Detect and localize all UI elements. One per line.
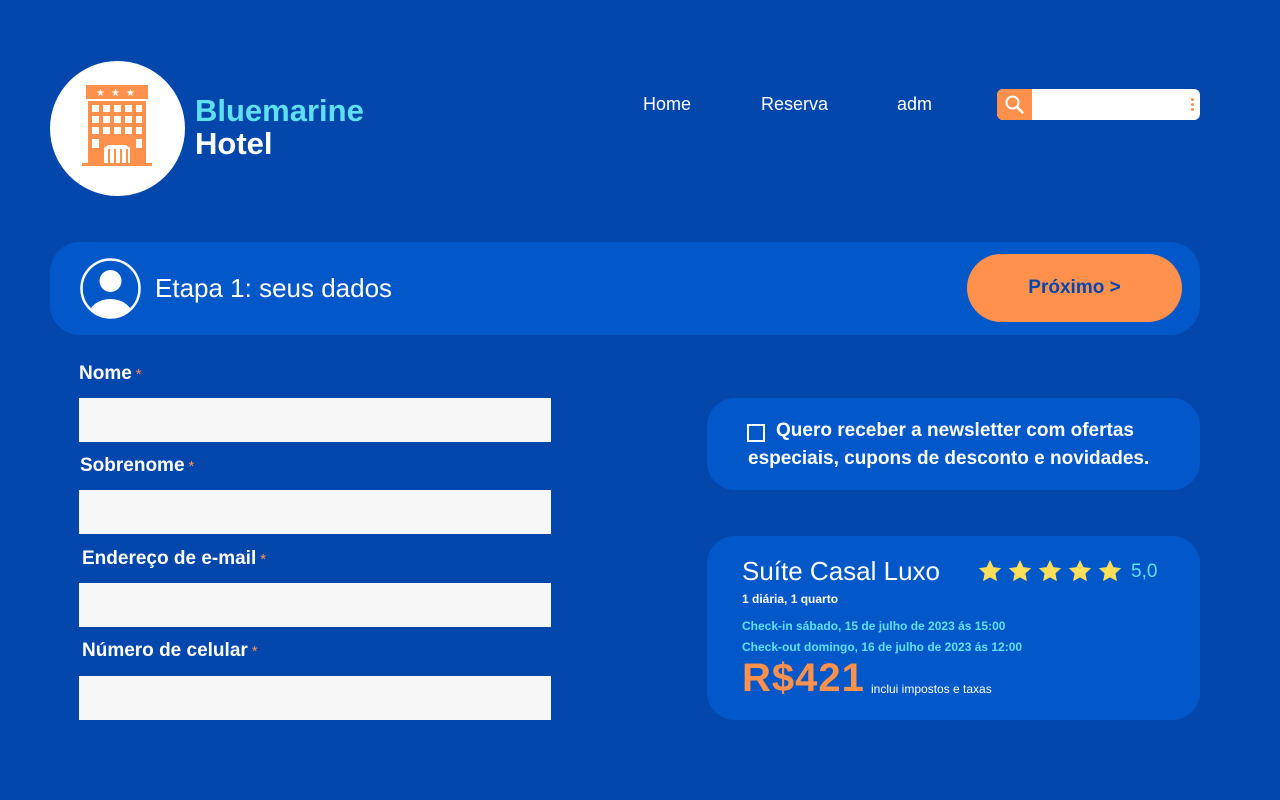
- logo[interactable]: ★ ★ ★: [50, 61, 185, 196]
- next-button[interactable]: Próximo >: [967, 254, 1182, 322]
- sobrenome-input[interactable]: [79, 490, 551, 534]
- room-summary-card: Suíte Casal Luxo 5,0 1 diária, 1 quarto …: [707, 536, 1200, 720]
- step-title: Etapa 1: seus dados: [155, 273, 393, 303]
- search-bar: [997, 89, 1200, 120]
- search-button[interactable]: [997, 89, 1032, 120]
- search-input[interactable]: [1035, 93, 1179, 117]
- label-text: Nome: [79, 363, 132, 384]
- required-marker: *: [251, 643, 258, 660]
- price-note: inclui impostos e taxas: [871, 682, 992, 696]
- brand-name: Bluemarine Hotel: [195, 94, 364, 160]
- required-marker: *: [135, 366, 142, 383]
- label-text: Sobrenome: [80, 455, 185, 476]
- field-label-email: Endereço de e-mail *: [82, 548, 266, 570]
- checkin-text: Check-in sábado, 15 de julho de 2023 ás …: [742, 619, 1006, 633]
- search-icon: [1005, 95, 1024, 114]
- checkout-text: Check-out domingo, 16 de julho de 2023 á…: [742, 640, 1023, 654]
- field-label-celular: Número de celular *: [82, 640, 258, 662]
- star-icon: [1038, 559, 1062, 582]
- star-icon: [1068, 559, 1092, 582]
- star-icon: [978, 559, 1002, 582]
- star-icon: [1098, 559, 1122, 582]
- email-input[interactable]: [79, 583, 551, 627]
- nome-input[interactable]: [79, 398, 551, 442]
- required-marker: *: [188, 458, 195, 475]
- rating-value: 5,0: [1131, 561, 1158, 582]
- user-avatar-icon: [80, 258, 141, 319]
- required-marker: *: [260, 551, 267, 568]
- newsletter-card: Quero receber a newsletter com ofertas e…: [707, 398, 1200, 490]
- room-price: R$421: [742, 656, 865, 700]
- nav-home[interactable]: Home: [643, 94, 691, 115]
- step-header: Etapa 1: seus dados Próximo >: [50, 242, 1200, 335]
- room-name: Suíte Casal Luxo: [742, 556, 941, 586]
- star-rating: [977, 558, 1127, 584]
- field-label-nome: Nome *: [79, 363, 142, 385]
- label-text: Endereço de e-mail: [82, 548, 257, 569]
- label-text: Número de celular: [82, 640, 248, 661]
- svg-text:★: ★: [111, 88, 120, 99]
- nav-adm[interactable]: adm: [897, 94, 932, 115]
- brand-line2: Hotel: [195, 126, 273, 161]
- hotel-building-icon: ★ ★ ★: [82, 85, 152, 166]
- celular-input[interactable]: [79, 676, 551, 720]
- brand-line1: Bluemarine: [195, 93, 364, 128]
- svg-text:★: ★: [96, 88, 105, 99]
- newsletter-text: Quero receber a newsletter com ofertas e…: [748, 420, 1150, 469]
- nav-reserva[interactable]: Reserva: [761, 94, 828, 115]
- field-label-sobrenome: Sobrenome *: [80, 455, 194, 477]
- more-options-icon[interactable]: [1191, 98, 1194, 113]
- star-icon: [1008, 559, 1032, 582]
- room-subtitle: 1 diária, 1 quarto: [742, 592, 839, 606]
- svg-text:★: ★: [126, 88, 135, 99]
